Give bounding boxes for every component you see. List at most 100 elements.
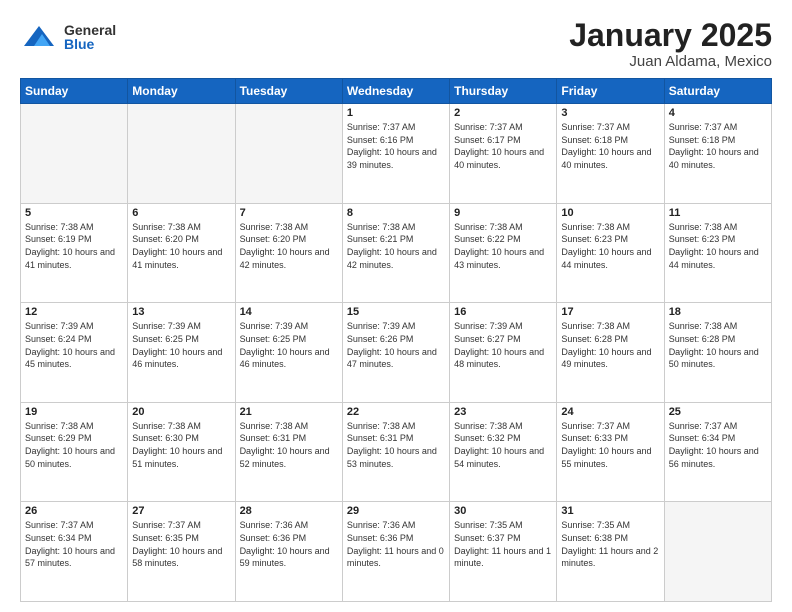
day-number: 11	[669, 207, 767, 219]
sunrise-text: Sunrise: 7:39 AM	[25, 320, 123, 333]
day-info: Sunrise: 7:37 AM Sunset: 6:34 PM Dayligh…	[25, 519, 123, 569]
day-number: 4	[669, 107, 767, 119]
sunrise-text: Sunrise: 7:37 AM	[669, 121, 767, 134]
col-header-saturday: Saturday	[664, 79, 771, 104]
calendar-cell: 7 Sunrise: 7:38 AM Sunset: 6:20 PM Dayli…	[235, 203, 342, 303]
day-info: Sunrise: 7:38 AM Sunset: 6:20 PM Dayligh…	[132, 221, 230, 271]
daylight-text: Daylight: 10 hours and 44 minutes.	[561, 246, 659, 271]
calendar-cell: 5 Sunrise: 7:38 AM Sunset: 6:19 PM Dayli…	[21, 203, 128, 303]
sunset-text: Sunset: 6:18 PM	[669, 134, 767, 147]
col-header-thursday: Thursday	[450, 79, 557, 104]
sunset-text: Sunset: 6:29 PM	[25, 432, 123, 445]
day-info: Sunrise: 7:35 AM Sunset: 6:37 PM Dayligh…	[454, 519, 552, 569]
sunset-text: Sunset: 6:32 PM	[454, 432, 552, 445]
sunset-text: Sunset: 6:33 PM	[561, 432, 659, 445]
daylight-text: Daylight: 10 hours and 44 minutes.	[669, 246, 767, 271]
day-number: 30	[454, 505, 552, 517]
calendar-cell: 19 Sunrise: 7:38 AM Sunset: 6:29 PM Dayl…	[21, 402, 128, 502]
day-number: 20	[132, 406, 230, 418]
day-info: Sunrise: 7:37 AM Sunset: 6:18 PM Dayligh…	[669, 121, 767, 171]
daylight-text: Daylight: 10 hours and 39 minutes.	[347, 146, 445, 171]
day-number: 7	[240, 207, 338, 219]
day-number: 14	[240, 306, 338, 318]
day-number: 18	[669, 306, 767, 318]
daylight-text: Daylight: 10 hours and 53 minutes.	[347, 445, 445, 470]
page: General Blue January 2025 Juan Aldama, M…	[0, 0, 792, 612]
daylight-text: Daylight: 10 hours and 50 minutes.	[669, 346, 767, 371]
day-number: 21	[240, 406, 338, 418]
daylight-text: Daylight: 10 hours and 58 minutes.	[132, 545, 230, 570]
calendar-cell: 6 Sunrise: 7:38 AM Sunset: 6:20 PM Dayli…	[128, 203, 235, 303]
sunrise-text: Sunrise: 7:38 AM	[669, 320, 767, 333]
sunrise-text: Sunrise: 7:38 AM	[347, 420, 445, 433]
day-info: Sunrise: 7:38 AM Sunset: 6:28 PM Dayligh…	[669, 320, 767, 370]
daylight-text: Daylight: 10 hours and 56 minutes.	[669, 445, 767, 470]
calendar-cell: 10 Sunrise: 7:38 AM Sunset: 6:23 PM Dayl…	[557, 203, 664, 303]
logo: General Blue	[20, 18, 116, 56]
sunset-text: Sunset: 6:16 PM	[347, 134, 445, 147]
day-number: 8	[347, 207, 445, 219]
calendar-week-3: 19 Sunrise: 7:38 AM Sunset: 6:29 PM Dayl…	[21, 402, 772, 502]
month-title: January 2025	[569, 18, 772, 53]
sunrise-text: Sunrise: 7:37 AM	[25, 519, 123, 532]
calendar-cell: 27 Sunrise: 7:37 AM Sunset: 6:35 PM Dayl…	[128, 502, 235, 602]
day-info: Sunrise: 7:38 AM Sunset: 6:32 PM Dayligh…	[454, 420, 552, 470]
calendar-cell: 29 Sunrise: 7:36 AM Sunset: 6:36 PM Dayl…	[342, 502, 449, 602]
day-number: 5	[25, 207, 123, 219]
daylight-text: Daylight: 10 hours and 41 minutes.	[132, 246, 230, 271]
day-info: Sunrise: 7:38 AM Sunset: 6:31 PM Dayligh…	[347, 420, 445, 470]
day-number: 9	[454, 207, 552, 219]
day-number: 2	[454, 107, 552, 119]
sunset-text: Sunset: 6:36 PM	[347, 532, 445, 545]
sunset-text: Sunset: 6:26 PM	[347, 333, 445, 346]
calendar-week-2: 12 Sunrise: 7:39 AM Sunset: 6:24 PM Dayl…	[21, 303, 772, 403]
sunrise-text: Sunrise: 7:39 AM	[240, 320, 338, 333]
sunrise-text: Sunrise: 7:36 AM	[347, 519, 445, 532]
sunrise-text: Sunrise: 7:37 AM	[132, 519, 230, 532]
day-number: 19	[25, 406, 123, 418]
sunset-text: Sunset: 6:34 PM	[25, 532, 123, 545]
sunrise-text: Sunrise: 7:35 AM	[454, 519, 552, 532]
daylight-text: Daylight: 10 hours and 55 minutes.	[561, 445, 659, 470]
sunset-text: Sunset: 6:25 PM	[240, 333, 338, 346]
day-info: Sunrise: 7:38 AM Sunset: 6:23 PM Dayligh…	[561, 221, 659, 271]
sunset-text: Sunset: 6:24 PM	[25, 333, 123, 346]
daylight-text: Daylight: 10 hours and 47 minutes.	[347, 346, 445, 371]
daylight-text: Daylight: 10 hours and 41 minutes.	[25, 246, 123, 271]
day-number: 15	[347, 306, 445, 318]
col-header-monday: Monday	[128, 79, 235, 104]
daylight-text: Daylight: 10 hours and 54 minutes.	[454, 445, 552, 470]
calendar-cell	[235, 104, 342, 204]
header: General Blue January 2025 Juan Aldama, M…	[20, 18, 772, 70]
calendar-cell: 15 Sunrise: 7:39 AM Sunset: 6:26 PM Dayl…	[342, 303, 449, 403]
calendar-header-row: SundayMondayTuesdayWednesdayThursdayFrid…	[21, 79, 772, 104]
calendar-cell	[664, 502, 771, 602]
day-number: 16	[454, 306, 552, 318]
sunrise-text: Sunrise: 7:38 AM	[454, 420, 552, 433]
sunrise-text: Sunrise: 7:39 AM	[132, 320, 230, 333]
sunset-text: Sunset: 6:34 PM	[669, 432, 767, 445]
day-info: Sunrise: 7:37 AM Sunset: 6:35 PM Dayligh…	[132, 519, 230, 569]
daylight-text: Daylight: 11 hours and 0 minutes.	[347, 545, 445, 570]
calendar-cell: 9 Sunrise: 7:38 AM Sunset: 6:22 PM Dayli…	[450, 203, 557, 303]
daylight-text: Daylight: 10 hours and 40 minutes.	[669, 146, 767, 171]
sunrise-text: Sunrise: 7:38 AM	[347, 221, 445, 234]
calendar-cell: 22 Sunrise: 7:38 AM Sunset: 6:31 PM Dayl…	[342, 402, 449, 502]
sunrise-text: Sunrise: 7:37 AM	[561, 420, 659, 433]
sunrise-text: Sunrise: 7:37 AM	[454, 121, 552, 134]
sunrise-text: Sunrise: 7:37 AM	[561, 121, 659, 134]
day-number: 23	[454, 406, 552, 418]
day-number: 26	[25, 505, 123, 517]
title-block: January 2025 Juan Aldama, Mexico	[569, 18, 772, 70]
calendar-cell: 20 Sunrise: 7:38 AM Sunset: 6:30 PM Dayl…	[128, 402, 235, 502]
calendar-cell: 23 Sunrise: 7:38 AM Sunset: 6:32 PM Dayl…	[450, 402, 557, 502]
daylight-text: Daylight: 11 hours and 2 minutes.	[561, 545, 659, 570]
sunset-text: Sunset: 6:20 PM	[240, 233, 338, 246]
calendar-cell: 3 Sunrise: 7:37 AM Sunset: 6:18 PM Dayli…	[557, 104, 664, 204]
calendar-cell: 25 Sunrise: 7:37 AM Sunset: 6:34 PM Dayl…	[664, 402, 771, 502]
day-number: 3	[561, 107, 659, 119]
sunrise-text: Sunrise: 7:38 AM	[132, 221, 230, 234]
calendar-cell: 12 Sunrise: 7:39 AM Sunset: 6:24 PM Dayl…	[21, 303, 128, 403]
day-info: Sunrise: 7:38 AM Sunset: 6:19 PM Dayligh…	[25, 221, 123, 271]
calendar-cell: 16 Sunrise: 7:39 AM Sunset: 6:27 PM Dayl…	[450, 303, 557, 403]
